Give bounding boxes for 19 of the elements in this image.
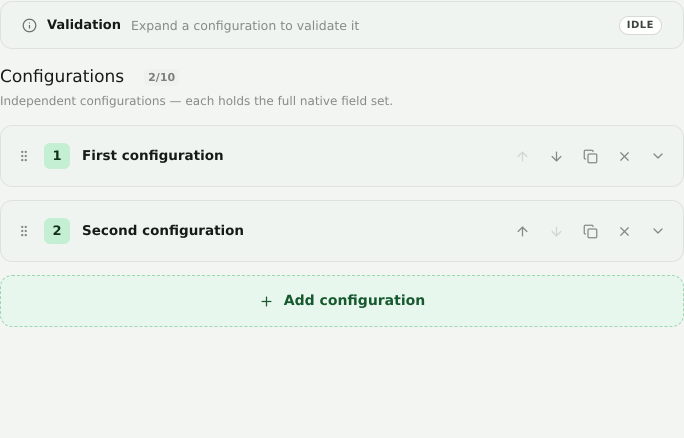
validation-title: Validation [47, 18, 121, 32]
plus-icon [258, 294, 274, 308]
add-configuration-button[interactable]: Add configuration [0, 275, 684, 327]
section-title: Configurations [0, 67, 124, 87]
arrow-down-icon [548, 224, 564, 238]
status-badge: IDLE [618, 16, 662, 34]
section-description: Independent configurations — each holds the full native field set. [0, 94, 394, 108]
validation-message: Expand a configuration to validate it [130, 18, 360, 32]
duplicate-button[interactable] [581, 222, 599, 240]
arrow-down-icon [548, 148, 564, 164]
configuration-name: First configuration [82, 148, 225, 164]
config-count: 2/10 [144, 68, 180, 86]
copy-icon [582, 224, 598, 238]
duplicate-button[interactable] [581, 147, 599, 165]
configuration-name: Second configuration [82, 223, 246, 239]
configuration-number: 2 [44, 218, 70, 244]
info-icon [22, 18, 37, 32]
copy-icon [582, 148, 598, 164]
configuration-number: 1 [44, 143, 70, 169]
